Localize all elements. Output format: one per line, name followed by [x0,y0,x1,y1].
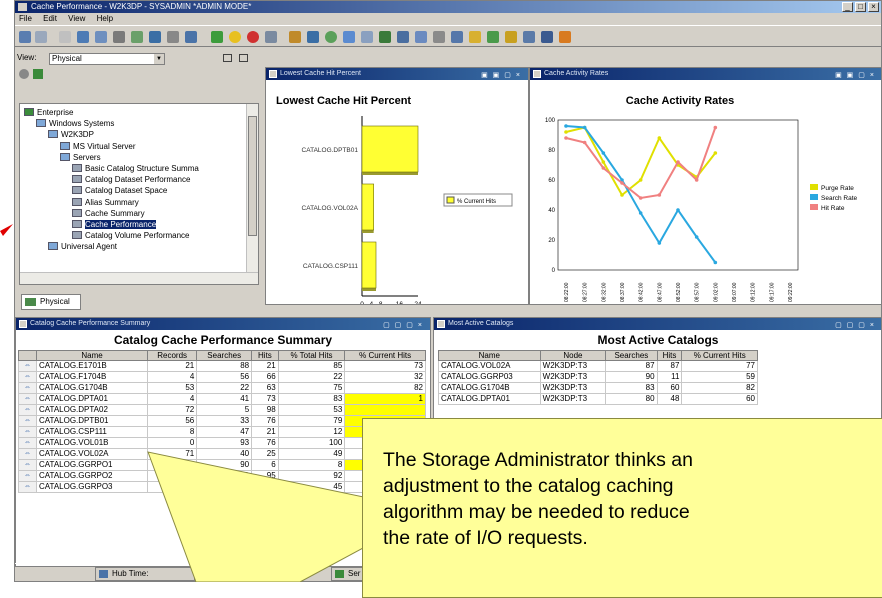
callout-line: algorithm may be needed to reduce [383,501,690,523]
callout-line: The Storage Administrator thinks an [383,449,693,471]
callout-box: The Storage Administrator thinks an adju… [362,418,882,598]
callout-line: the rate of I/O requests. [383,527,588,549]
callout-line: adjustment to the catalog caching [383,475,674,497]
